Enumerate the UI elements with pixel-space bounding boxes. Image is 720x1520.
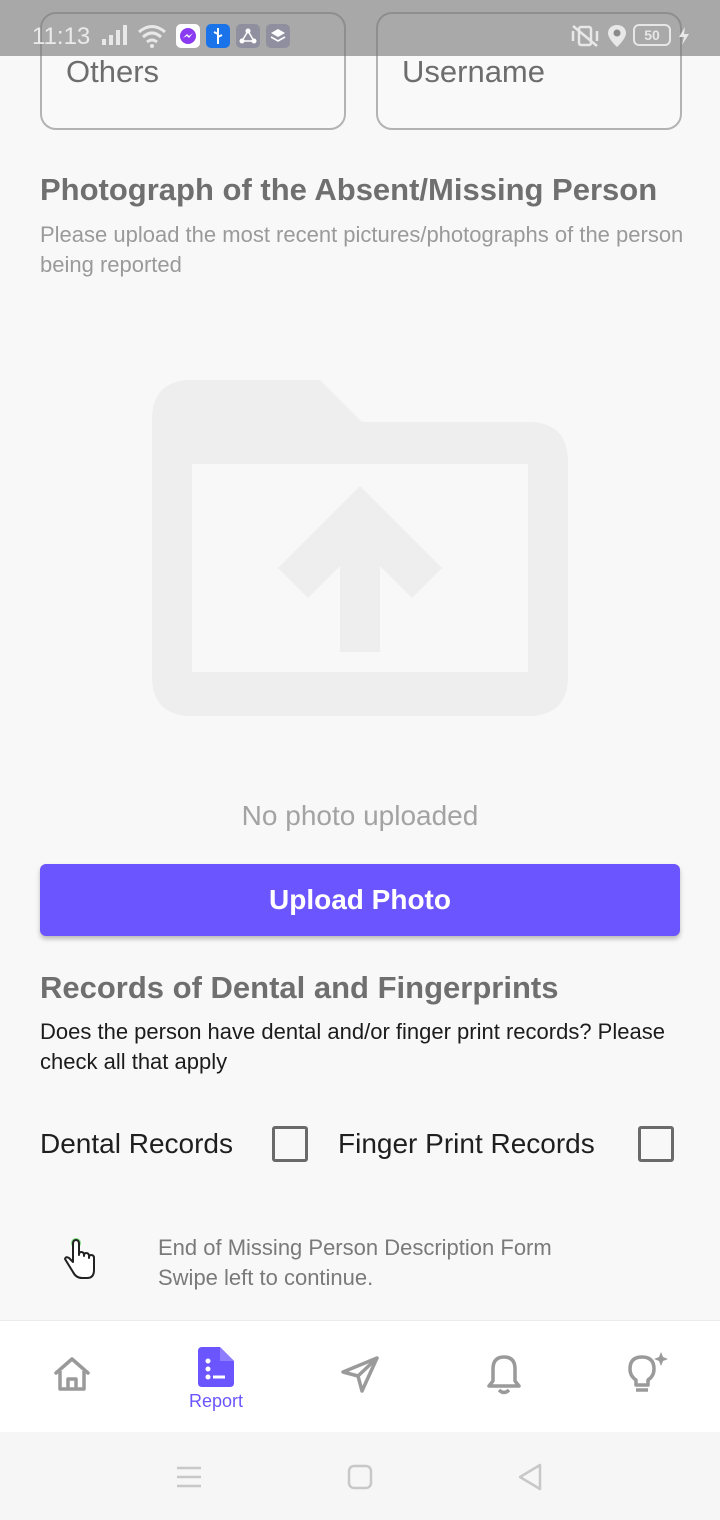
tab-notifications[interactable] xyxy=(444,1321,564,1433)
status-bar: 11:13 50 xyxy=(0,0,720,56)
tab-ideas[interactable] xyxy=(588,1321,708,1433)
records-question: Does the person have dental and/or finge… xyxy=(40,1019,665,1074)
send-icon xyxy=(341,1356,379,1393)
folder-upload-icon xyxy=(152,380,568,716)
back-icon[interactable] xyxy=(517,1463,543,1491)
form-end-line1: End of Missing Person Description Form xyxy=(158,1235,552,1260)
others-field-value: Others xyxy=(66,54,160,89)
charging-icon xyxy=(679,27,689,45)
fingerprint-records-checkbox[interactable] xyxy=(638,1126,674,1162)
vibrate-off-icon xyxy=(571,25,599,47)
username-field-value: Username xyxy=(402,54,545,89)
home-button-icon[interactable] xyxy=(347,1464,373,1490)
screen: Others Username 11:13 50 Photograph of t… xyxy=(0,0,720,1520)
status-time: 11:13 xyxy=(32,23,91,50)
photo-section-title: Photograph of the Absent/Missing Person xyxy=(40,172,658,207)
location-icon xyxy=(608,25,626,47)
bell-icon xyxy=(487,1355,521,1395)
report-icon xyxy=(198,1347,234,1387)
battery-indicator: 50 xyxy=(633,24,671,46)
fingerprint-records-label: Finger Print Records xyxy=(338,1128,595,1159)
messenger-notification-icon xyxy=(176,24,200,48)
lightbulb-icon xyxy=(628,1352,668,1392)
tab-report[interactable]: Report xyxy=(156,1321,276,1433)
tab-home[interactable] xyxy=(12,1321,132,1433)
bottom-tab-bar: Report xyxy=(0,1320,720,1432)
photo-section-help: Please upload the most recent pictures/p… xyxy=(40,222,684,277)
upload-photo-button[interactable]: Upload Photo xyxy=(40,864,680,936)
no-photo-text: No photo uploaded xyxy=(241,800,479,831)
recent-apps-icon[interactable] xyxy=(176,1466,202,1488)
network-notification-icon xyxy=(236,24,260,48)
usb-notification-icon xyxy=(206,24,230,48)
dental-records-label: Dental Records xyxy=(40,1128,233,1159)
wifi-icon xyxy=(138,25,166,48)
form-end-message: End of Missing Person Description Form S… xyxy=(158,1233,678,1293)
tab-send[interactable] xyxy=(300,1321,420,1433)
tab-report-label: Report xyxy=(188,1391,244,1411)
system-navigation-bar xyxy=(0,1432,720,1520)
dental-records-checkbox[interactable] xyxy=(272,1126,308,1162)
records-section-title: Records of Dental and Fingerprints xyxy=(40,970,559,1005)
signal-icon xyxy=(102,25,127,45)
swipe-hand-icon xyxy=(64,1238,95,1279)
layers-notification-icon xyxy=(266,24,290,48)
home-icon xyxy=(54,1357,90,1391)
form-end-line2: Swipe left to continue. xyxy=(158,1265,374,1290)
